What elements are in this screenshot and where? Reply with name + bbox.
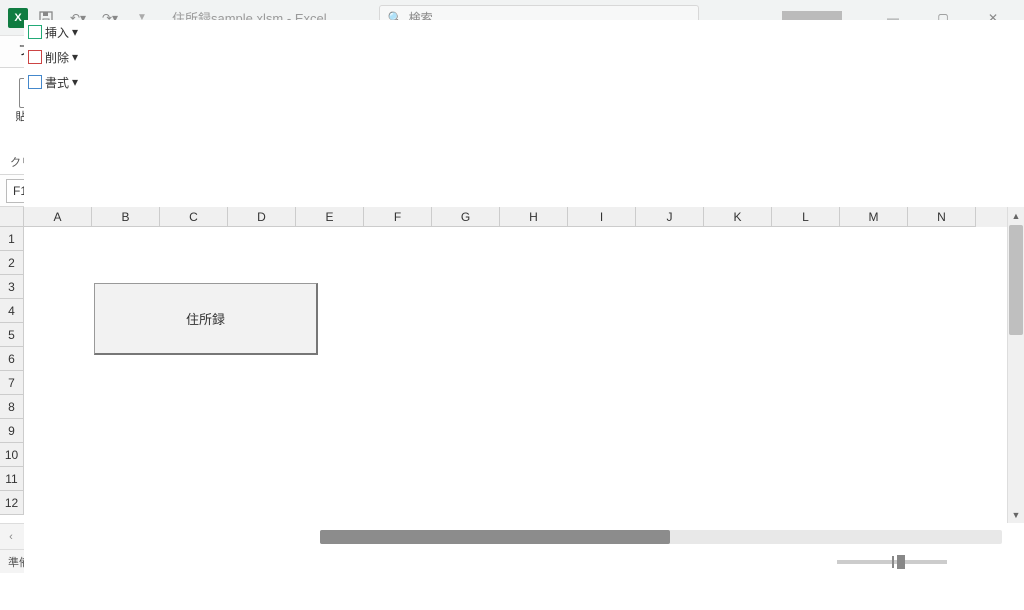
row-header-2[interactable]: 2 <box>0 251 24 275</box>
insert-cells-button[interactable]: 挿入 ▾ <box>24 21 1024 43</box>
row-header-9[interactable]: 9 <box>0 419 24 443</box>
scroll-up-arrow[interactable]: ▲ <box>1008 207 1024 224</box>
col-header-C[interactable]: C <box>160 207 228 227</box>
col-header-A[interactable]: A <box>24 207 92 227</box>
scroll-down-arrow[interactable]: ▼ <box>1008 506 1024 523</box>
col-header-N[interactable]: N <box>908 207 976 227</box>
cell-area[interactable]: 住所録 <box>24 227 1007 523</box>
row-header-3[interactable]: 3 <box>0 275 24 299</box>
insert-icon <box>28 25 42 39</box>
scroll-thumb[interactable] <box>1009 225 1023 335</box>
col-header-F[interactable]: F <box>364 207 432 227</box>
row-header-7[interactable]: 7 <box>0 371 24 395</box>
col-header-J[interactable]: J <box>636 207 704 227</box>
zoom-slider-thumb[interactable] <box>897 555 905 569</box>
row-header-4[interactable]: 4 <box>0 299 24 323</box>
row-header-12[interactable]: 12 <box>0 491 24 515</box>
delete-cells-button[interactable]: 削除 ▾ <box>24 46 1024 68</box>
select-all-corner[interactable] <box>0 207 24 227</box>
col-header-D[interactable]: D <box>228 207 296 227</box>
col-header-B[interactable]: B <box>92 207 160 227</box>
format-icon <box>28 75 42 89</box>
row-header-8[interactable]: 8 <box>0 395 24 419</box>
col-header-G[interactable]: G <box>432 207 500 227</box>
zoom-slider[interactable] <box>837 560 947 564</box>
row-header-6[interactable]: 6 <box>0 347 24 371</box>
row-header-1[interactable]: 1 <box>0 227 24 251</box>
format-cells-button[interactable]: 書式 ▾ <box>24 71 1024 93</box>
hscroll-thumb[interactable] <box>320 530 670 544</box>
sheet-nav-prev[interactable]: ‹ <box>0 531 22 543</box>
col-header-M[interactable]: M <box>840 207 908 227</box>
macro-button-addressbook[interactable]: 住所録 <box>94 283 318 355</box>
horizontal-scrollbar[interactable] <box>320 530 1002 544</box>
col-header-E[interactable]: E <box>296 207 364 227</box>
delete-icon <box>28 50 42 64</box>
col-header-I[interactable]: I <box>568 207 636 227</box>
row-header-11[interactable]: 11 <box>0 467 24 491</box>
col-header-L[interactable]: L <box>772 207 840 227</box>
col-header-H[interactable]: H <box>500 207 568 227</box>
vertical-scrollbar[interactable]: ▲ ▼ <box>1007 207 1024 523</box>
row-header-5[interactable]: 5 <box>0 323 24 347</box>
col-header-K[interactable]: K <box>704 207 772 227</box>
row-header-10[interactable]: 10 <box>0 443 24 467</box>
